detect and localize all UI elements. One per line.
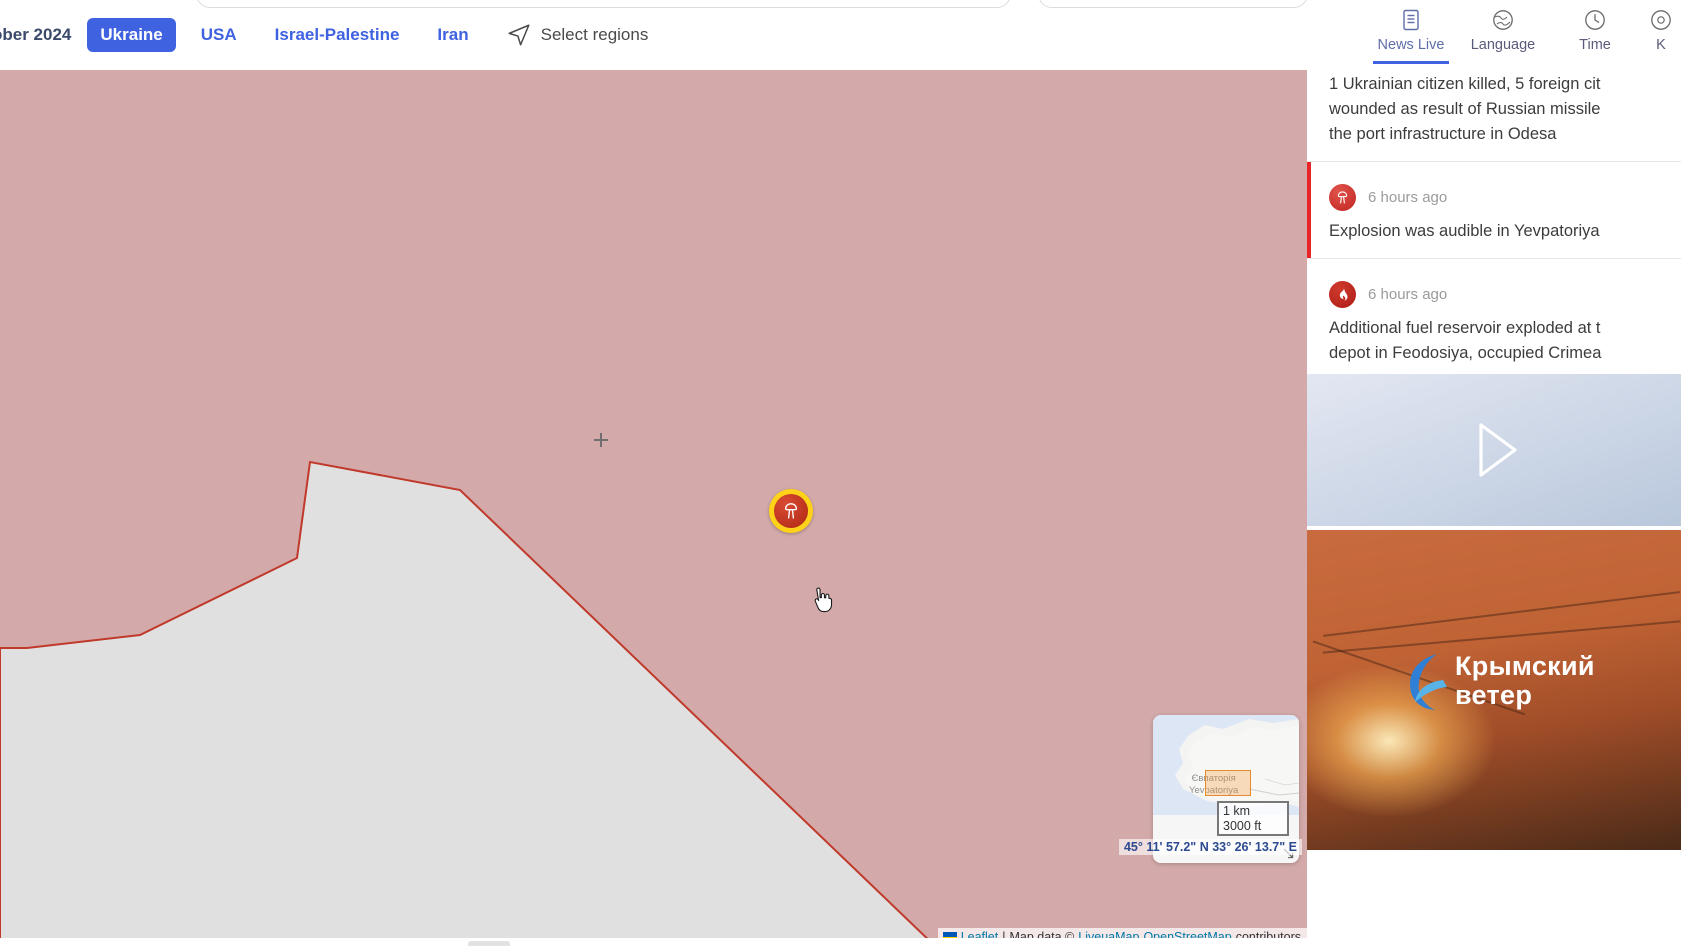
region-tab-iran[interactable]: Iran xyxy=(424,18,481,52)
news-item-text: 1 Ukrainian citizen killed, 5 foreign ci… xyxy=(1329,75,1601,143)
power-line xyxy=(1322,619,1681,653)
fire-icon xyxy=(1329,281,1356,308)
news-panel[interactable]: 1 Ukrainian citizen killed, 5 foreign ci… xyxy=(1307,70,1681,946)
photo-watermark: Крымский ветер xyxy=(1403,650,1595,712)
tool-settings-label: K xyxy=(1656,37,1666,53)
gear-icon xyxy=(1651,10,1671,30)
news-item[interactable]: 6 hours ago Additional fuel reservoir ex… xyxy=(1307,259,1681,850)
marker-inner xyxy=(774,494,808,528)
scale-bar-metric: 1 km xyxy=(1217,801,1289,819)
minimap-viewport-box[interactable] xyxy=(1205,770,1251,796)
news-scrollbar[interactable] xyxy=(1676,70,1681,946)
tool-news-live-label: News Live xyxy=(1377,37,1445,53)
news-item-body: 6 hours ago Explosion was audible in Yev… xyxy=(1307,162,1681,258)
tool-nav: News Live Language Time K xyxy=(1365,0,1681,70)
region-tab-israel-palestine[interactable]: Israel-Palestine xyxy=(262,18,413,52)
tool-settings[interactable]: K xyxy=(1641,8,1681,53)
tool-news-live[interactable]: News Live xyxy=(1365,8,1457,64)
globe-icon xyxy=(1493,10,1513,30)
tool-time-label: Time xyxy=(1579,37,1611,53)
news-item-highlight-bar xyxy=(1307,162,1311,258)
map-landmass xyxy=(0,460,937,946)
bottom-tab-handle[interactable] xyxy=(468,941,510,946)
navigation-arrow-icon xyxy=(508,24,530,46)
news-item[interactable]: 6 hours ago Explosion was audible in Yev… xyxy=(1307,162,1681,258)
cursor-coordinates: 45° 11' 57.2" N 33° 26' 13.7" E xyxy=(1118,839,1302,855)
watermark-line-2: ветер xyxy=(1455,680,1533,710)
news-item-photo[interactable]: Крымский ветер xyxy=(1307,530,1681,850)
map-marker-explosion[interactable] xyxy=(769,489,813,533)
nuclear-explosion-icon xyxy=(1329,184,1356,211)
fire-glyph xyxy=(1339,288,1347,301)
news-item-timestamp: 6 hours ago xyxy=(1368,286,1448,303)
watermark-line-1: Крымский xyxy=(1455,651,1595,681)
news-item-text: Explosion was audible in Yevpatoriya xyxy=(1329,222,1600,240)
search-bar-remnant[interactable] xyxy=(196,0,1011,8)
secondary-bar-remnant[interactable] xyxy=(1038,0,1308,8)
nuclear-explosion-glyph xyxy=(1337,191,1348,204)
news-item-timestamp: 6 hours ago xyxy=(1368,189,1448,206)
nuclear-explosion-icon xyxy=(784,503,798,519)
top-bar: ober 2024 Ukraine USA Israel-Palestine I… xyxy=(0,0,1681,70)
map-canvas[interactable]: Євпаторія Yevpatoriya 1 km 3000 ft 45° 1… xyxy=(0,70,1307,946)
date-label: ober 2024 xyxy=(0,25,72,44)
news-item-header: 6 hours ago xyxy=(1329,170,1663,219)
news-item-text: Additional fuel reservoir exploded at t … xyxy=(1329,319,1602,362)
tool-language[interactable]: Language xyxy=(1457,8,1549,53)
scale-bar-imperial: 3000 ft xyxy=(1217,818,1289,836)
list-document-icon xyxy=(1403,9,1419,31)
play-triangle-icon[interactable] xyxy=(1461,417,1527,483)
watermark-swoosh-icon xyxy=(1410,654,1447,710)
clock-icon xyxy=(1585,10,1605,30)
tool-time[interactable]: Time xyxy=(1549,8,1641,53)
news-item-header: 6 hours ago xyxy=(1329,267,1663,316)
active-tool-underline xyxy=(1373,61,1449,64)
news-item[interactable]: 1 Ukrainian citizen killed, 5 foreign ci… xyxy=(1307,70,1681,161)
browser-bottom-strip xyxy=(0,938,1681,946)
news-item-body: 6 hours ago Additional fuel reservoir ex… xyxy=(1307,259,1681,366)
liveuamap-app: ober 2024 Ukraine USA Israel-Palestine I… xyxy=(0,0,1681,946)
news-item-video-thumbnail[interactable] xyxy=(1307,374,1681,526)
region-tab-ukraine[interactable]: Ukraine xyxy=(87,18,176,52)
tool-language-label: Language xyxy=(1470,37,1536,53)
select-regions-label: Select regions xyxy=(540,25,649,44)
power-line xyxy=(1323,591,1680,637)
select-regions-button[interactable]: Select regions xyxy=(506,22,649,48)
region-tab-usa[interactable]: USA xyxy=(188,18,250,52)
region-nav: ober 2024 Ukraine USA Israel-Palestine I… xyxy=(0,0,648,70)
